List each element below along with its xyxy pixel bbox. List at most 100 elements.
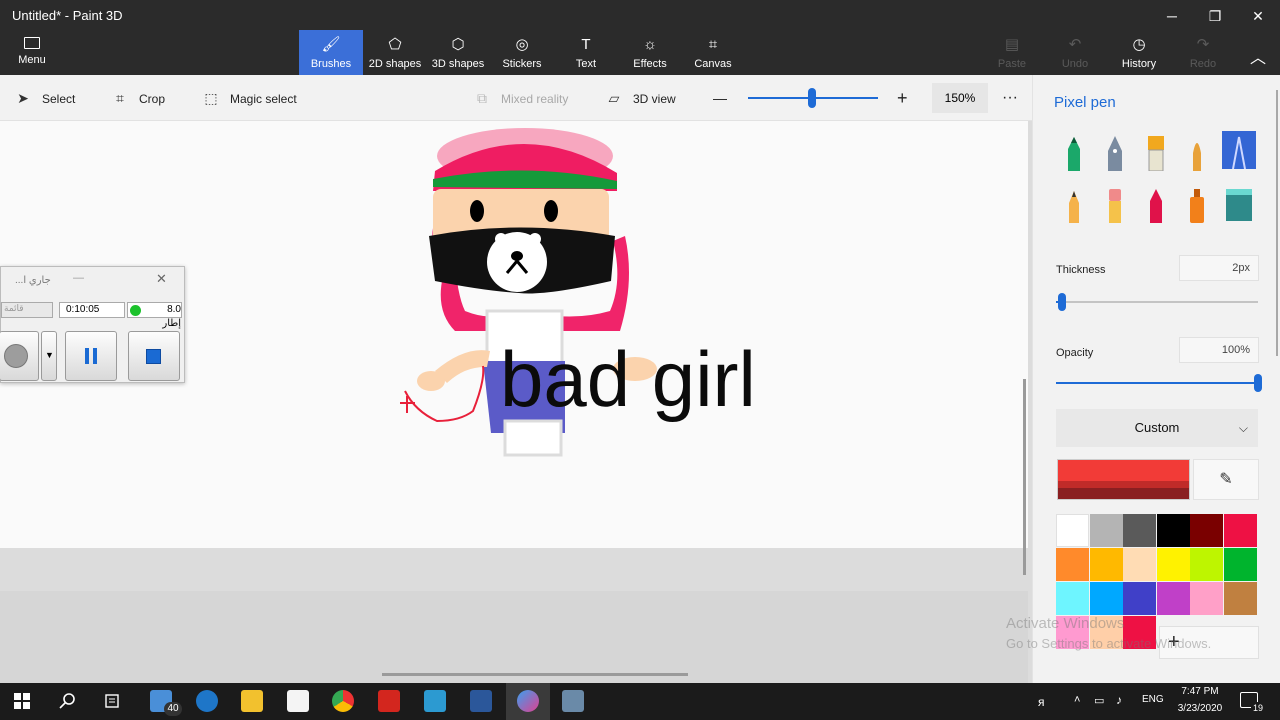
tab-brushes[interactable]: 🖌 Brushes: [299, 30, 363, 75]
recording-status-icon: [130, 305, 141, 316]
palette-color-swatch[interactable]: [1123, 548, 1157, 581]
clock-date[interactable]: 3/23/2020: [1172, 703, 1228, 714]
chevron-up-icon[interactable]: ˄: [1074, 694, 1080, 706]
maximize-button[interactable]: ❐: [1195, 4, 1235, 28]
tab-text[interactable]: T Text: [554, 30, 618, 75]
opacity-label: Opacity: [1056, 347, 1094, 359]
palette-color-swatch[interactable]: [1224, 582, 1257, 615]
recorder-close-button[interactable]: ✕: [156, 271, 167, 287]
people-icon[interactable]: ᴙ: [1038, 695, 1045, 709]
screen-recorder-icon[interactable]: [562, 690, 584, 712]
zoom-slider-thumb[interactable]: [807, 88, 816, 108]
eraser-icon[interactable]: [1098, 185, 1132, 223]
redo-button[interactable]: ↷ Redo: [1171, 30, 1235, 75]
record-options-button[interactable]: ▼: [41, 331, 57, 381]
palette-color-swatch[interactable]: [1156, 582, 1190, 615]
chrome-browser-icon[interactable]: [332, 690, 354, 712]
minimize-button[interactable]: ─: [1152, 4, 1192, 28]
more-options-button[interactable]: ···: [1002, 75, 1018, 121]
palette-color-swatch[interactable]: [1056, 548, 1089, 581]
search-icon[interactable]: [59, 692, 77, 710]
watercolor-brush-icon[interactable]: [1180, 133, 1214, 171]
close-button[interactable]: ✕: [1238, 4, 1278, 28]
palette-color-swatch[interactable]: [1089, 548, 1123, 581]
palette-color-swatch[interactable]: [1224, 548, 1257, 581]
word-icon[interactable]: [470, 690, 492, 712]
opacity-slider-thumb[interactable]: [1254, 374, 1262, 392]
fill-bucket-icon[interactable]: [1222, 185, 1256, 223]
palette-color-swatch[interactable]: [1123, 514, 1157, 547]
crop-button[interactable]: ⌗ Crop: [111, 75, 165, 121]
crayon-icon[interactable]: [1139, 185, 1173, 223]
undo-button[interactable]: ↶ Undo: [1043, 30, 1107, 75]
eyedropper-button[interactable]: ✎: [1193, 459, 1259, 500]
notepad-icon[interactable]: [424, 690, 446, 712]
mixed-reality-button[interactable]: ⧉ Mixed reality: [473, 75, 568, 121]
magic-select-button[interactable]: ⬚ Magic select: [202, 75, 296, 121]
battery-icon[interactable]: ▭: [1094, 694, 1104, 707]
palette-color-swatch[interactable]: [1123, 582, 1157, 615]
thickness-slider[interactable]: [1056, 301, 1258, 303]
3d-view-icon: ▱: [608, 90, 620, 106]
paste-button[interactable]: ▤ Paste: [980, 30, 1044, 75]
selected-color-swatch[interactable]: [1057, 459, 1190, 500]
record-button[interactable]: [0, 331, 39, 381]
tab-canvas[interactable]: ⌗ Canvas: [681, 30, 745, 75]
calligraphy-pen-icon[interactable]: [1098, 133, 1132, 171]
crop-icon: ⌗: [116, 90, 124, 106]
pause-button[interactable]: [65, 331, 117, 381]
spray-can-icon[interactable]: [1180, 185, 1214, 223]
taskbar-active-app[interactable]: [506, 683, 550, 720]
history-button[interactable]: ◷ History: [1107, 30, 1171, 75]
palette-color-swatch[interactable]: [1056, 582, 1089, 615]
canvas-vertical-scrollbar[interactable]: [1023, 379, 1026, 575]
stop-button[interactable]: [128, 331, 180, 381]
thickness-input[interactable]: 2px: [1179, 255, 1259, 281]
palette-color-swatch[interactable]: [1156, 548, 1190, 581]
recorder-minimize-button[interactable]: —: [73, 272, 84, 284]
clock-time[interactable]: 7:47 PM: [1172, 686, 1228, 697]
menu-button[interactable]: Menu: [10, 34, 54, 70]
tab-effects[interactable]: ☼ Effects: [618, 30, 682, 75]
3d-shapes-icon: ⬡: [451, 36, 465, 53]
3d-view-button[interactable]: ▱ 3D view: [605, 75, 676, 121]
panel-title: Pixel pen: [1054, 94, 1116, 111]
tab-2d-shapes[interactable]: ⬠ 2D shapes: [363, 30, 427, 75]
tab-3d-shapes[interactable]: ⬡ 3D shapes: [426, 30, 490, 75]
palette-color-swatch[interactable]: [1056, 514, 1089, 547]
marker-brush-icon[interactable]: [1057, 133, 1091, 171]
palette-color-swatch[interactable]: [1190, 514, 1224, 547]
select-button[interactable]: ➤ Select: [14, 75, 75, 121]
pencil-icon[interactable]: [1057, 185, 1091, 223]
palette-color-swatch[interactable]: [1089, 514, 1123, 547]
acrobat-reader-icon[interactable]: [378, 690, 400, 712]
zoom-out-button[interactable]: —: [713, 75, 727, 121]
store-icon[interactable]: [287, 690, 309, 712]
zoom-level[interactable]: 150%: [932, 83, 988, 113]
collapse-ribbon-icon[interactable]: ︿: [1250, 44, 1266, 68]
task-view-icon[interactable]: [103, 692, 121, 710]
edge-browser-icon[interactable]: [196, 690, 218, 712]
windows-start-icon[interactable]: [14, 693, 30, 709]
volume-icon[interactable]: ♪: [1116, 693, 1122, 707]
color-mode-dropdown[interactable]: Custom ⌵: [1056, 409, 1258, 447]
tab-stickers[interactable]: ◎ Stickers: [490, 30, 554, 75]
canvas-horizontal-scrollbar[interactable]: [382, 673, 688, 676]
file-explorer-icon[interactable]: [241, 690, 263, 712]
pixel-pen-icon[interactable]: [1222, 131, 1256, 169]
opacity-input[interactable]: 100%: [1179, 337, 1259, 363]
action-label: Undo: [1061, 58, 1089, 70]
language-indicator[interactable]: ENG: [1142, 694, 1164, 705]
oil-brush-icon[interactable]: [1139, 133, 1173, 171]
palette-color-swatch[interactable]: [1224, 514, 1257, 547]
zoom-in-button[interactable]: +: [897, 75, 908, 121]
windows-taskbar: 40 ᴙ ˄ ▭ ♪ ENG 7:47 PM 3/23/2020 19: [0, 683, 1280, 720]
thickness-slider-thumb[interactable]: [1058, 293, 1067, 311]
recorder-dropdown[interactable]: قائمة: [1, 302, 53, 318]
canvas-text[interactable]: bad girl: [500, 334, 756, 425]
palette-color-swatch[interactable]: [1156, 514, 1190, 547]
palette-color-swatch[interactable]: [1190, 582, 1224, 615]
palette-color-swatch[interactable]: [1190, 548, 1224, 581]
palette-color-swatch[interactable]: [1089, 582, 1123, 615]
panel-scrollbar[interactable]: [1276, 90, 1278, 356]
